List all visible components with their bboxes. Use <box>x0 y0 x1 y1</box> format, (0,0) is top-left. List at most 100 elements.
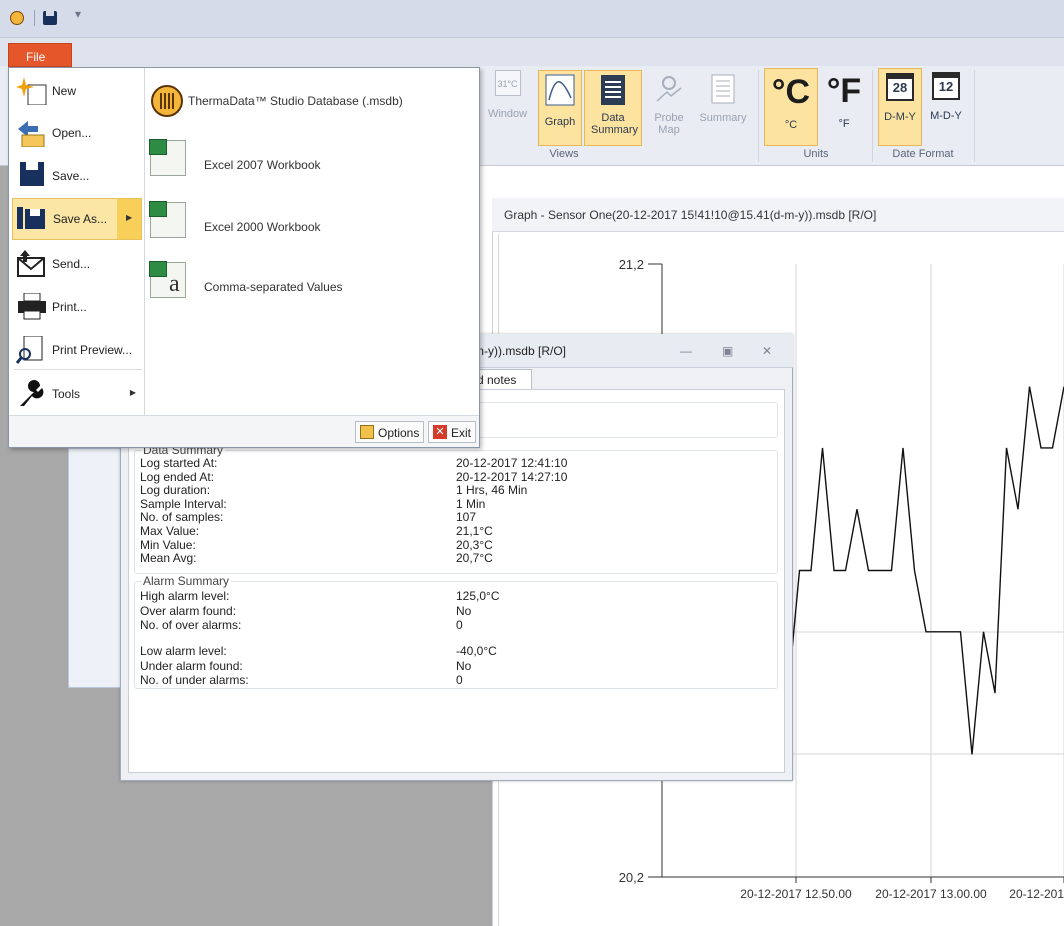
summary-value: -40,0°C <box>456 644 497 658</box>
wrench-icon <box>20 380 44 406</box>
summary-value: 107 <box>456 510 477 525</box>
background-window <box>68 448 128 688</box>
summary-label: Min Value: <box>140 537 196 552</box>
customize-icon[interactable]: ▾ <box>75 7 81 21</box>
summary-value: 20,7°C <box>456 551 493 566</box>
thermadata-logo-icon <box>151 85 183 117</box>
data-summary-view-label: Data Summary <box>591 112 639 136</box>
minimize-icon[interactable]: — <box>680 344 692 358</box>
menu-item-tools[interactable]: Tools ▶ <box>12 374 142 414</box>
save-as-excel-2000[interactable]: Excel 2000 Workbook <box>148 198 468 248</box>
exit-icon: ✕ <box>433 425 447 439</box>
save-as-option-label: Excel 2007 Workbook <box>204 158 321 172</box>
y-tick-label: 21,2 <box>619 257 644 272</box>
menu-item-label: Save... <box>52 169 90 183</box>
save-as-csv[interactable]: a Comma-separated Values <box>148 258 468 308</box>
quick-access-toolbar <box>0 0 1064 38</box>
summary-value: 20-12-2017 14:27:10 <box>456 469 568 484</box>
menu-item-send[interactable]: Send... <box>12 244 142 284</box>
menu-item-label: Send... <box>52 257 91 271</box>
exit-button[interactable]: ✕ Exit <box>428 421 477 443</box>
summary-view-label: Summary <box>699 112 747 124</box>
probe-map-view-button[interactable]: Probe Map <box>646 70 692 146</box>
data-summary-icon <box>601 75 625 105</box>
probe-map-icon <box>656 76 682 102</box>
summary-value: 0 <box>456 673 463 687</box>
ribbon-tab-strip <box>0 38 1064 66</box>
print-icon <box>18 293 46 320</box>
menu-item-save-as[interactable]: Save As... ▶ <box>12 198 142 240</box>
window-button[interactable]: 31°C Window <box>480 70 535 146</box>
summary-label: Low alarm level: <box>140 644 227 658</box>
graph-view-label: Graph <box>544 116 576 128</box>
celsius-button[interactable]: °C °C <box>764 68 818 146</box>
save-as-option-label: Excel 2000 Workbook <box>204 220 321 234</box>
menu-item-label: Open... <box>52 126 92 140</box>
submenu-arrow-icon: ▶ <box>117 199 141 239</box>
save-icon[interactable] <box>43 11 57 25</box>
data-summary-view-button[interactable]: Data Summary <box>584 70 642 146</box>
save-as-excel-2007[interactable]: Excel 2007 Workbook <box>148 136 468 186</box>
date-format-mdy-button[interactable]: 12 M-D-Y <box>924 68 968 146</box>
excel-workbook-icon <box>149 201 186 238</box>
date-format-mdy-label: M-D-Y <box>930 110 962 122</box>
graph-icon <box>545 74 575 106</box>
menu-item-save[interactable]: Save... <box>12 156 142 196</box>
summary-label: No. of over alarms: <box>140 618 242 632</box>
date-format-dmy-button[interactable]: 28 D-M-Y <box>878 68 922 146</box>
summary-value: 20,3°C <box>456 537 493 552</box>
csv-file-icon: a <box>149 261 186 298</box>
summary-value: 0 <box>456 618 463 632</box>
calendar-icon: 28 <box>886 73 914 101</box>
y-tick-label: 20,2 <box>619 870 644 885</box>
date-format-dmy-label: D-M-Y <box>884 111 916 123</box>
menu-item-open[interactable]: Open... <box>12 113 142 153</box>
summary-label: Log duration: <box>140 483 211 498</box>
summary-label: No. of samples: <box>140 510 224 525</box>
ribbon-separator <box>872 70 873 162</box>
options-button[interactable]: Options <box>355 421 425 443</box>
calendar-icon: 12 <box>932 72 960 100</box>
send-icon <box>17 250 45 277</box>
new-icon <box>16 77 47 105</box>
ribbon-separator <box>758 70 759 162</box>
save-icon <box>20 162 44 186</box>
menu-item-label: Save As... <box>53 212 108 226</box>
submenu-arrow-icon: ▶ <box>129 388 136 397</box>
menu-item-label: New <box>52 84 77 98</box>
data-summary-window-title: -m-y)).msdb [R/O] <box>470 344 566 358</box>
menu-item-print[interactable]: Print... <box>12 287 142 327</box>
options-icon <box>360 425 374 439</box>
menu-item-label: Print... <box>52 300 87 314</box>
file-tab[interactable]: File <box>8 43 72 67</box>
summary-label: High alarm level: <box>140 589 230 603</box>
menu-item-new[interactable]: New <box>12 71 142 111</box>
save-as-option-label: Comma-separated Values <box>204 280 343 294</box>
menu-item-print-preview[interactable]: Print Preview... <box>12 330 142 370</box>
x-tick-label: 20-12-2017 12.50.00 <box>740 887 852 901</box>
summary-view-button[interactable]: Summary <box>694 70 752 146</box>
summary-value: 125,0°C <box>456 589 500 603</box>
toolbar-separator <box>34 10 35 26</box>
print-preview-icon <box>16 336 43 364</box>
fahrenheit-button[interactable]: °F °F <box>820 68 868 146</box>
summary-label: Log started At: <box>140 456 218 470</box>
summary-value: 1 Min <box>456 496 486 511</box>
graph-view-button[interactable]: Graph <box>538 70 582 146</box>
close-icon[interactable]: ✕ <box>762 344 772 358</box>
summary-value: 1 Hrs, 46 Min <box>456 483 528 498</box>
app-logo-icon[interactable] <box>10 11 24 25</box>
x-tick-label: 20-12-201 <box>1009 887 1064 901</box>
graph-window-title[interactable]: Graph - Sensor One(20-12-2017 15!41!10@1… <box>492 198 1064 232</box>
summary-icon <box>711 74 735 104</box>
save-as-msdb[interactable]: ThermaData™ Studio Database (.msdb) <box>148 76 468 126</box>
menu-separator <box>14 369 142 370</box>
views-group-label: Views <box>549 148 579 160</box>
open-icon <box>18 121 45 147</box>
summary-label: Under alarm found: <box>140 658 243 673</box>
window-label: Window <box>487 108 528 120</box>
fahrenheit-icon: °F <box>826 72 862 110</box>
maximize-icon[interactable]: ▣ <box>722 344 733 358</box>
summary-value: 20-12-2017 12:41:10 <box>456 456 568 470</box>
celsius-label: °C <box>784 119 798 131</box>
